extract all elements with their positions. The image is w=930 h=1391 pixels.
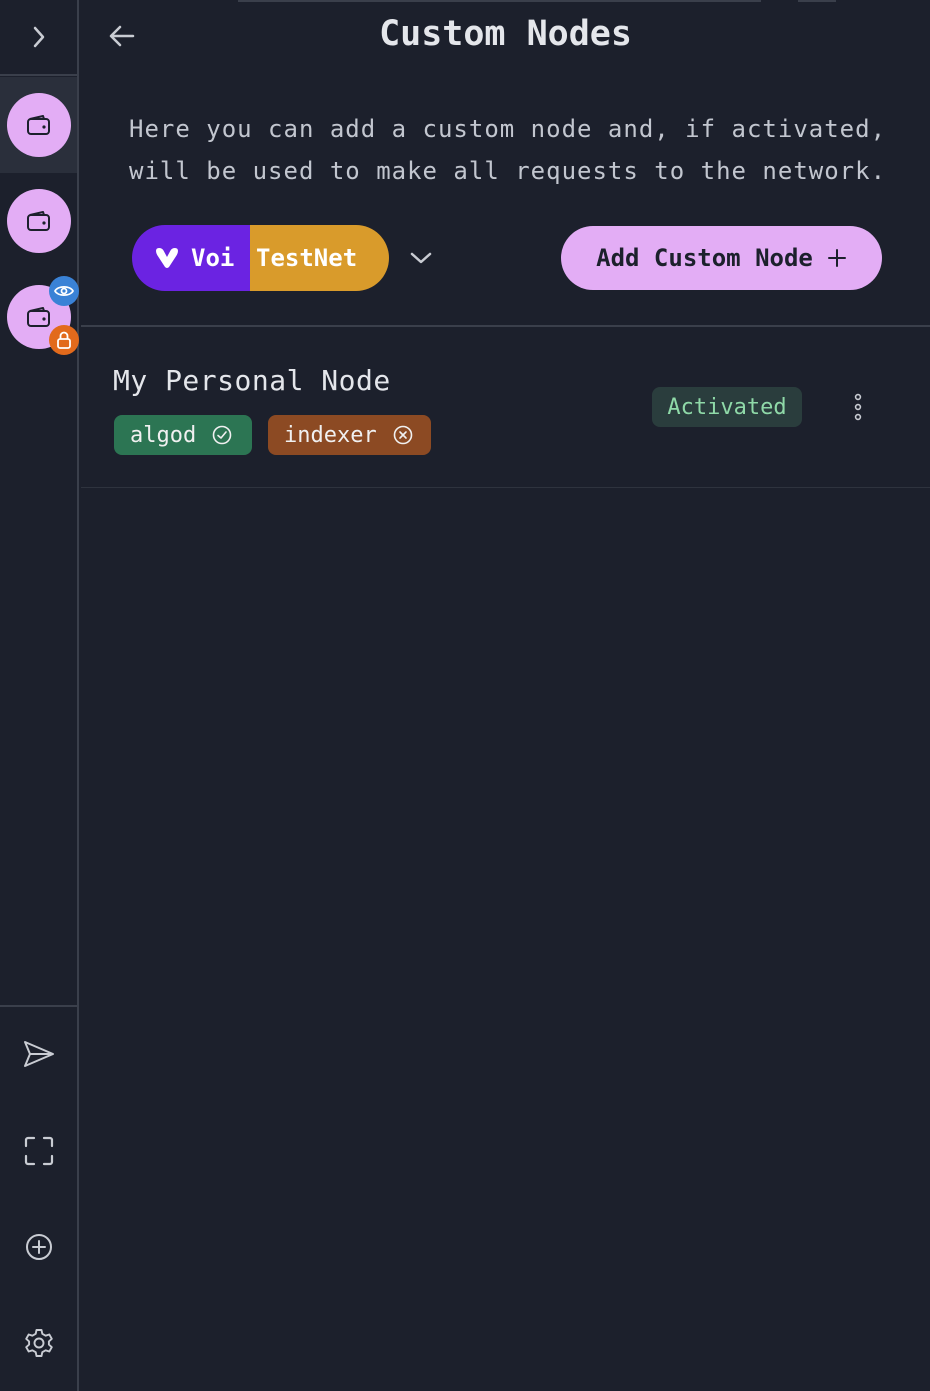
sidebar-divider [0, 1005, 77, 1007]
account-avatar [6, 276, 79, 355]
send-button[interactable] [0, 1024, 77, 1084]
wallet-icon [26, 307, 50, 327]
watch-account-badge [48, 276, 79, 306]
algod-tag: algod [114, 415, 252, 455]
account-item-1[interactable] [0, 77, 77, 173]
header-top-border [238, 0, 761, 2]
network-type: TestNet [256, 244, 358, 272]
sidebar-divider [0, 74, 77, 76]
node-options-button[interactable] [838, 386, 878, 428]
wallet-icon [26, 115, 50, 135]
expand-sidebar-button[interactable] [0, 0, 77, 74]
check-circle-icon [212, 425, 232, 445]
node-name: My Personal Node [113, 364, 391, 397]
indexer-tag: indexer [268, 415, 431, 455]
plus-icon [827, 249, 846, 267]
send-icon [23, 1041, 54, 1067]
network-dropdown-button[interactable] [402, 240, 440, 276]
account-avatar [6, 189, 71, 253]
network-name-segment: Voi [132, 225, 250, 291]
lock-icon [56, 331, 71, 349]
account-item-2[interactable] [0, 173, 77, 269]
add-account-icon [25, 1234, 52, 1260]
more-vertical-icon [854, 393, 862, 421]
wallet-icon [26, 211, 50, 231]
status-badge: Activated [652, 387, 802, 427]
settings-button[interactable] [0, 1313, 77, 1373]
eye-icon [53, 285, 74, 297]
network-selector[interactable]: Voi TestNet [132, 225, 389, 291]
voi-logo-icon [156, 248, 178, 268]
page-title: Custom Nodes [379, 14, 632, 54]
section-divider [81, 325, 930, 327]
page-description: Here you can add a custom node and, if a… [129, 115, 887, 185]
algod-label: algod [130, 422, 197, 448]
network-name: Voi [191, 244, 235, 272]
scan-qr-button[interactable] [0, 1121, 77, 1181]
locked-account-badge [48, 325, 79, 355]
add-account-button[interactable] [0, 1217, 77, 1277]
sidebar [0, 0, 79, 1391]
chevron-right-icon [33, 26, 44, 48]
settings-icon [24, 1329, 53, 1357]
add-custom-node-button[interactable]: Add Custom Node [561, 226, 882, 290]
account-avatar [6, 93, 71, 157]
add-custom-node-label: Add Custom Node [596, 244, 813, 272]
chevron-down-icon [410, 252, 432, 264]
list-item-divider [81, 487, 930, 488]
scan-icon [24, 1136, 53, 1166]
indexer-label: indexer [284, 422, 377, 448]
header-top-border [798, 0, 836, 2]
x-circle-icon [393, 425, 413, 445]
network-type-segment: TestNet [250, 225, 389, 291]
account-item-3[interactable] [0, 269, 79, 365]
